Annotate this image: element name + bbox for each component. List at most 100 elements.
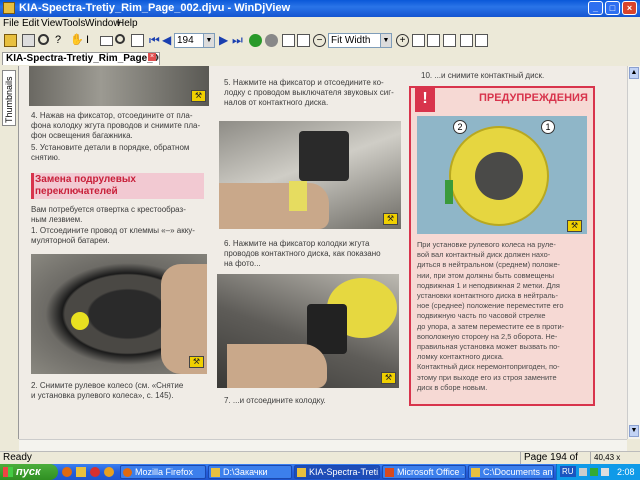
photo-horn-connector: ⚒ [219, 121, 401, 229]
tool-badge-icon: ⚒ [191, 90, 206, 102]
zoom-tool-icon[interactable] [115, 34, 125, 44]
rotate-left-icon[interactable] [460, 34, 473, 47]
select-text-icon[interactable]: I [86, 34, 99, 47]
airbag-marker [71, 312, 89, 330]
tab-close-icon[interactable]: × [148, 53, 156, 61]
section-heading: Замена подрулевых переключателей [35, 174, 136, 197]
title-bar[interactable]: KIA-Spectra-Tretiy_Rim_Page_002.djvu - W… [0, 0, 640, 17]
quicklaunch-explorer-icon[interactable] [76, 467, 86, 477]
sidebar: Thumbnails [0, 66, 19, 439]
hand [227, 344, 327, 388]
fit-page-icon[interactable] [412, 34, 425, 47]
zoom-dropdown-icon[interactable]: ▼ [380, 33, 392, 48]
select-rect-icon[interactable] [100, 36, 113, 46]
zoom-in-icon[interactable]: + [396, 34, 409, 47]
right-step10: 10. ...и снимите контактный диск. [421, 71, 545, 80]
first-page-icon[interactable]: ⏮ [149, 34, 162, 47]
windjview-icon [297, 468, 306, 477]
warning-text: При установке рулевого колеса на руле- в… [417, 240, 565, 392]
scroll-up-icon[interactable]: ▲ [629, 67, 639, 79]
warning-mark-icon: ! [415, 86, 435, 112]
left-intro: Вам потребуется отвертка с крестообраз- … [31, 205, 186, 224]
print-icon[interactable] [22, 34, 35, 47]
start-label: пуск [16, 466, 41, 478]
thumbnails-tab[interactable]: Thumbnails [2, 70, 16, 126]
quicklaunch-firefox-icon[interactable] [62, 467, 72, 477]
document-tab[interactable]: KIA-Spectra-Tretiy_Rim_Page_002.... [2, 52, 160, 65]
hand-tool-icon[interactable]: ✋ [70, 34, 84, 47]
status-page-info: Page 194 of 296 [520, 452, 590, 475]
status-size: 40,43 x 57,02 cm [590, 452, 640, 474]
rotate-right-icon[interactable] [475, 34, 488, 47]
menu-edit[interactable]: Edit [22, 18, 39, 29]
find-icon[interactable] [38, 34, 49, 45]
task-downloads-folder[interactable]: D:\Закачки [208, 465, 292, 479]
actual-size-icon[interactable] [443, 34, 456, 47]
forward-icon[interactable] [249, 34, 262, 47]
tool-badge-icon: ⚒ [383, 213, 398, 225]
left-step2: 2. Снимите рулевое колесо (см. «Снятие и… [31, 381, 184, 400]
status-ready: Ready [3, 452, 32, 463]
start-button[interactable]: пуск [0, 464, 58, 480]
photo-contact-disc: 2 1 ⚒ [417, 116, 587, 234]
tool-badge-icon: ⚒ [567, 220, 582, 232]
menu-help[interactable]: Help [117, 18, 138, 29]
tool-badge-icon: ⚒ [189, 356, 204, 368]
tray-volume-icon[interactable] [601, 468, 609, 476]
menu-tools[interactable]: Tools [62, 18, 85, 29]
mid-step7: 7. ...и отсоедините колодку. [224, 396, 326, 405]
page-dropdown-icon[interactable]: ▼ [203, 33, 215, 48]
quicklaunch-app-icon[interactable] [104, 467, 114, 477]
app-icon[interactable] [3, 2, 15, 14]
next-page-icon[interactable]: ▶ [219, 34, 232, 47]
vertical-scrollbar[interactable]: ▲ ▼ [627, 66, 640, 439]
minimize-button[interactable]: _ [588, 1, 603, 15]
contact-disc-center [475, 152, 523, 200]
windows-flag-icon [3, 467, 13, 477]
back-icon[interactable] [265, 34, 278, 47]
mid-step5: 5. Нажмите на фиксатор и отсоедините ко-… [224, 78, 394, 107]
task-windjview[interactable]: KIA-Spectra-Treti... [294, 465, 380, 479]
fit-width-icon[interactable] [427, 34, 440, 47]
page-number-input[interactable]: 194 [174, 33, 204, 48]
document-view[interactable]: ⚒ 4. Нажав на фиксатор, отсоедините от п… [19, 66, 627, 439]
zoom-out-icon[interactable]: − [313, 34, 326, 47]
menu-view[interactable]: View [41, 18, 63, 29]
callout-1: 1 [541, 120, 555, 134]
photo-clock-spring-connector: ⚒ [217, 274, 399, 388]
help-icon[interactable]: ? [55, 34, 68, 47]
folder-icon [211, 468, 220, 477]
hand [219, 183, 329, 229]
menu-file[interactable]: File [3, 18, 19, 29]
close-button[interactable]: × [622, 1, 637, 15]
horizontal-scrollbar[interactable] [19, 439, 627, 451]
task-firefox[interactable]: Mozilla Firefox [120, 465, 206, 479]
clock: 2:08 [617, 467, 635, 477]
thumbnails-label: Thumbnails [4, 76, 14, 123]
maximize-button[interactable]: □ [605, 1, 620, 15]
quicklaunch-opera-icon[interactable] [90, 467, 100, 477]
task-office[interactable]: Microsoft Office ... [382, 465, 466, 479]
continuous-page-icon[interactable] [297, 34, 310, 47]
toolbar: ? ✋ I ⏮ ◀ 194 ▼ ▶ ⏭ − Fit Width ▼ + [0, 31, 640, 52]
tray-icon[interactable] [579, 468, 587, 476]
zoom-rect-icon[interactable] [131, 34, 144, 47]
window-title: KIA-Spectra-Tretiy_Rim_Page_002.djvu - W… [19, 2, 291, 14]
left-step1: 1. Отсоедините провод от клеммы «–» акку… [31, 226, 195, 245]
open-folder-icon[interactable] [4, 34, 17, 47]
single-page-icon[interactable] [282, 34, 295, 47]
language-indicator[interactable]: RU [560, 466, 576, 477]
menu-window[interactable]: Window [85, 18, 121, 29]
photo-trunk-lamp: ⚒ [29, 66, 209, 106]
connector-yellow [289, 181, 307, 211]
mid-step6: 6. Нажмите на фиксатор колодки жгута про… [224, 239, 381, 268]
status-bar: Ready Page 194 of 296 40,43 x 57,02 cm [0, 451, 640, 475]
tab-strip: KIA-Spectra-Tretiy_Rim_Page_002.... × [0, 51, 640, 67]
system-tray: RU 2:08 [556, 464, 640, 480]
last-page-icon[interactable]: ⏭ [232, 34, 245, 47]
scroll-down-icon[interactable]: ▼ [629, 425, 639, 437]
green-connector [445, 180, 453, 204]
tray-network-icon[interactable] [590, 468, 598, 476]
tool-badge-icon: ⚒ [381, 372, 396, 384]
task-documents-folder[interactable]: C:\Documents an... [468, 465, 554, 479]
